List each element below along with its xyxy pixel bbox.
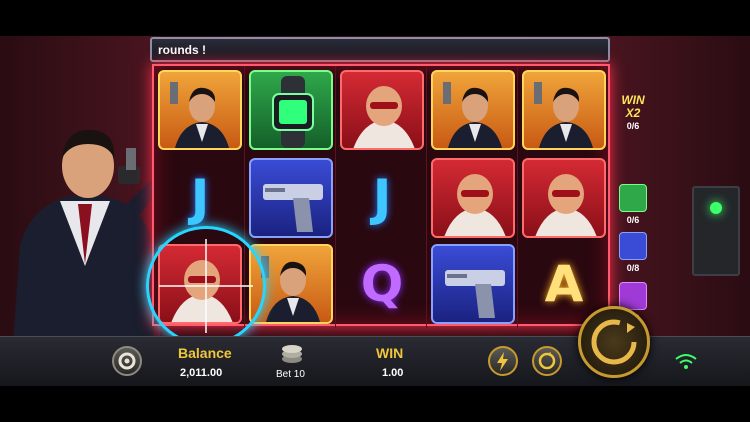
wifi-icon (675, 354, 697, 369)
collect-gun: 0/8 (613, 232, 653, 280)
win-multiplier-badge: WIN X2 0/6 (611, 92, 655, 136)
spin-button[interactable] (578, 306, 650, 378)
target-crosshair (146, 226, 266, 346)
win-multiplier-value: X2 (625, 106, 641, 120)
collect-watch-count: 0/6 (626, 215, 640, 225)
symbol-boss (522, 158, 606, 238)
win-value: 1.00 (382, 367, 404, 379)
chips-icon (282, 345, 302, 363)
balance-label: Balance (178, 345, 232, 361)
letter-j: J (372, 169, 392, 227)
symbol-gun (249, 158, 333, 238)
door-indicator-light (710, 202, 722, 214)
letterbox-bottom (0, 386, 750, 422)
gun-icon (619, 232, 647, 260)
collect-watch: 0/6 (613, 184, 653, 232)
symbol-boss (431, 158, 515, 238)
background-door (692, 186, 740, 276)
collect-gun-count: 0/8 (626, 263, 640, 273)
bet-selector[interactable]: Bet 10 (272, 343, 312, 383)
symbol-letter-j: J (340, 158, 424, 238)
watch-icon (619, 184, 647, 212)
lightning-icon (497, 352, 508, 371)
collection-panel: WIN X2 0/6 0/6 0/8 0/8 (611, 92, 655, 332)
symbol-letter-q: Q (340, 244, 424, 324)
letterbox-top (0, 0, 750, 36)
spin-icon (591, 319, 637, 365)
symbol-boss (340, 70, 424, 150)
game-stage: rounds ! J J Q A WIN X2 0/6 0/6 0/8 Bala… (0, 36, 750, 386)
win-multiplier-count: 0/6 (626, 121, 640, 131)
symbol-agent (158, 70, 242, 150)
autoplay-icon (538, 352, 556, 370)
gear-icon (118, 352, 136, 370)
autoplay-button[interactable] (532, 346, 562, 376)
symbol-gun (431, 244, 515, 324)
win-label: WIN (376, 345, 404, 361)
balance-value: 2,011.00 (180, 367, 223, 379)
bet-label: Bet 10 (276, 369, 305, 380)
symbol-watch (249, 70, 333, 150)
symbol-agent (522, 70, 606, 150)
turbo-button[interactable] (488, 346, 518, 376)
briefcase-icon (619, 282, 647, 310)
letter-q: Q (360, 255, 404, 313)
symbol-agent (431, 70, 515, 150)
settings-button[interactable] (112, 346, 142, 376)
message-ticker: rounds ! (150, 37, 610, 62)
